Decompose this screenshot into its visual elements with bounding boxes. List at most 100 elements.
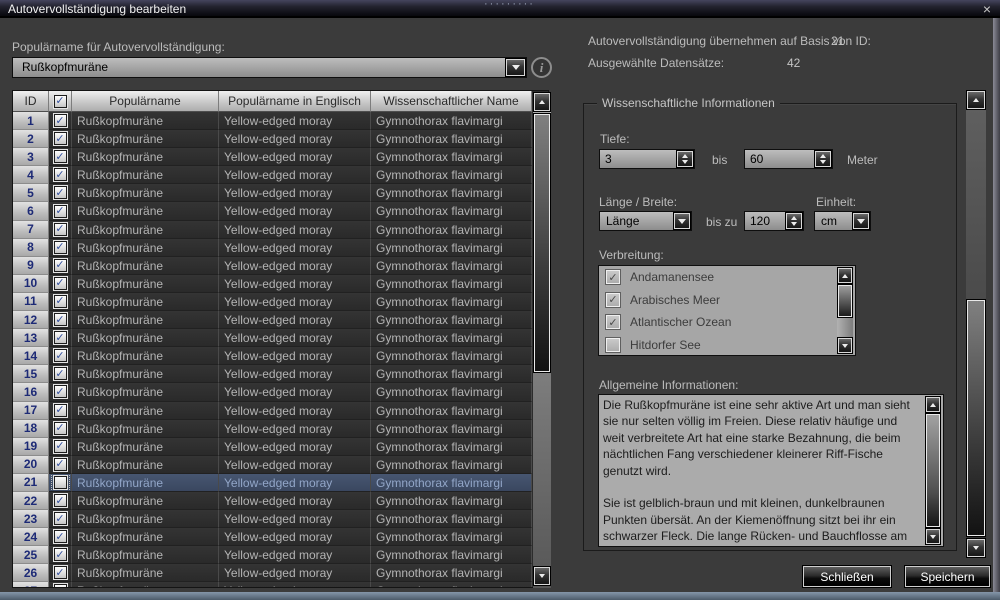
distribution-scrollbar-thumb[interactable] [838,285,852,317]
length-dropdown[interactable]: Länge [599,211,692,231]
table-row[interactable]: 21RußkopfmuräneYellow-edged morayGymnoth… [13,474,532,492]
textarea-scrollbar[interactable] [925,397,941,544]
table-row[interactable]: 16RußkopfmuräneYellow-edged morayGymnoth… [13,383,532,401]
table-row[interactable]: 7RußkopfmuräneYellow-edged morayGymnotho… [13,221,532,239]
table-row[interactable]: 6RußkopfmuräneYellow-edged morayGymnotho… [13,202,532,220]
row-checkbox[interactable] [54,331,67,344]
row-checkbox[interactable] [54,277,67,290]
depth-from-spinner[interactable]: 3 [599,149,695,169]
header-id[interactable]: ID [13,91,49,112]
depth-to-spinner[interactable]: 60 [744,149,833,169]
scroll-up-button[interactable] [926,397,940,412]
row-checkbox[interactable] [54,440,67,453]
table-row[interactable]: 14RußkopfmuräneYellow-edged morayGymnoth… [13,347,532,365]
unit-dropdown[interactable]: cm [814,211,871,231]
row-checkbox[interactable] [54,530,67,543]
table-scrollbar-thumb[interactable] [534,114,550,372]
row-checkbox[interactable] [54,512,67,525]
scroll-down-button[interactable] [838,338,852,353]
length-value-spinner[interactable]: 120 [744,211,804,231]
scroll-down-button[interactable] [926,529,940,544]
close-icon[interactable]: × [983,1,991,17]
scroll-up-button[interactable] [534,93,550,111]
row-checkbox[interactable] [54,205,67,218]
row-checkbox[interactable] [54,566,67,579]
table-row[interactable]: 1RußkopfmuräneYellow-edged morayGymnotho… [13,112,532,130]
popularname-combobox-value[interactable]: Rußkopfmuräne [12,57,527,78]
popularname-combobox[interactable]: Rußkopfmuräne [12,57,527,78]
scroll-down-button[interactable] [967,539,985,557]
select-all-checkbox[interactable] [54,95,67,108]
row-checkbox[interactable] [54,349,67,362]
table-row[interactable]: 26RußkopfmuräneYellow-edged morayGymnoth… [13,564,532,582]
list-item-checkbox[interactable] [606,270,620,284]
scroll-down-button[interactable] [534,567,550,585]
header-popularname[interactable]: Populärname [72,91,219,112]
row-checkbox[interactable] [54,259,67,272]
row-checkbox[interactable] [54,385,67,398]
row-checkbox[interactable] [54,150,67,163]
list-item[interactable]: Atlantischer Ozean [599,311,855,334]
list-item-checkbox[interactable] [606,315,620,329]
unit-dropdown-button[interactable] [853,213,869,229]
header-select-all[interactable] [49,91,72,112]
table-row[interactable]: 23RußkopfmuräneYellow-edged morayGymnoth… [13,510,532,528]
row-checkbox[interactable] [54,132,67,145]
table-row[interactable]: 13RußkopfmuräneYellow-edged morayGymnoth… [13,329,532,347]
table-row[interactable]: 8RußkopfmuräneYellow-edged morayGymnotho… [13,239,532,257]
row-checkbox[interactable] [54,295,67,308]
drag-handle-icon[interactable]: ········· [484,0,535,10]
table-row[interactable]: 2RußkopfmuräneYellow-edged morayGymnotho… [13,130,532,148]
table-row[interactable]: 24RußkopfmuräneYellow-edged morayGymnoth… [13,528,532,546]
title-bar[interactable]: Autovervollständigung bearbeiten ·······… [0,0,1000,18]
table-row[interactable]: 3RußkopfmuräneYellow-edged morayGymnotho… [13,148,532,166]
row-checkbox[interactable] [54,241,67,254]
scroll-up-button[interactable] [967,91,985,109]
table-row[interactable]: 4RußkopfmuräneYellow-edged morayGymnotho… [13,166,532,184]
textarea-scrollbar-thumb[interactable] [926,414,940,527]
header-popularname-english[interactable]: Populärname in Englisch [219,91,371,112]
row-checkbox[interactable] [54,548,67,561]
row-checkbox[interactable] [54,404,67,417]
row-checkbox[interactable] [54,223,67,236]
row-checkbox[interactable] [54,168,67,181]
table-row[interactable]: 9RußkopfmuräneYellow-edged morayGymnotho… [13,257,532,275]
length-dropdown-button[interactable] [674,213,690,229]
header-scientific-name[interactable]: Wissenschaftlicher Name [371,91,532,112]
combobox-dropdown-button[interactable] [506,59,525,76]
table-row[interactable]: 27RußkopfmuräneYellow-edged morayGymnoth… [13,582,532,587]
row-checkbox[interactable] [54,476,67,489]
depth-to-spin-buttons[interactable] [815,151,831,167]
close-button[interactable]: Schließen [803,566,891,587]
list-item[interactable]: Hitdorfer See [599,334,855,357]
table-row[interactable]: 25RußkopfmuräneYellow-edged morayGymnoth… [13,546,532,564]
table-row[interactable]: 22RußkopfmuräneYellow-edged morayGymnoth… [13,492,532,510]
list-item-checkbox[interactable] [606,338,620,352]
row-checkbox[interactable] [54,458,67,471]
list-item[interactable]: Arabisches Meer [599,289,855,312]
scroll-up-button[interactable] [838,268,852,283]
table-row[interactable]: 20RußkopfmuräneYellow-edged morayGymnoth… [13,456,532,474]
table-row[interactable]: 12RußkopfmuräneYellow-edged morayGymnoth… [13,311,532,329]
table-row[interactable]: 19RußkopfmuräneYellow-edged morayGymnoth… [13,438,532,456]
table-row[interactable]: 10RußkopfmuräneYellow-edged morayGymnoth… [13,275,532,293]
row-checkbox[interactable] [54,422,67,435]
panel-scrollbar-thumb[interactable] [967,300,985,536]
table-row[interactable]: 5RußkopfmuräneYellow-edged morayGymnotho… [13,184,532,202]
panel-scrollbar[interactable] [966,90,986,558]
row-checkbox[interactable] [54,186,67,199]
length-spin-buttons[interactable] [786,213,802,229]
list-item[interactable]: Andamanensee [599,266,855,289]
list-item-checkbox[interactable] [606,293,620,307]
table-scrollbar[interactable] [533,92,551,588]
row-checkbox[interactable] [54,114,67,127]
save-button[interactable]: Speichern [905,566,990,587]
table-row[interactable]: 11RußkopfmuräneYellow-edged morayGymnoth… [13,293,532,311]
depth-from-spin-buttons[interactable] [677,151,693,167]
row-checkbox[interactable] [54,584,67,587]
general-info-textarea[interactable]: Die Rußkopfmuräne ist eine sehr aktive A… [598,394,944,547]
row-checkbox[interactable] [54,494,67,507]
row-checkbox[interactable] [54,367,67,380]
info-icon[interactable]: i [531,57,552,78]
table-row[interactable]: 15RußkopfmuräneYellow-edged morayGymnoth… [13,365,532,383]
